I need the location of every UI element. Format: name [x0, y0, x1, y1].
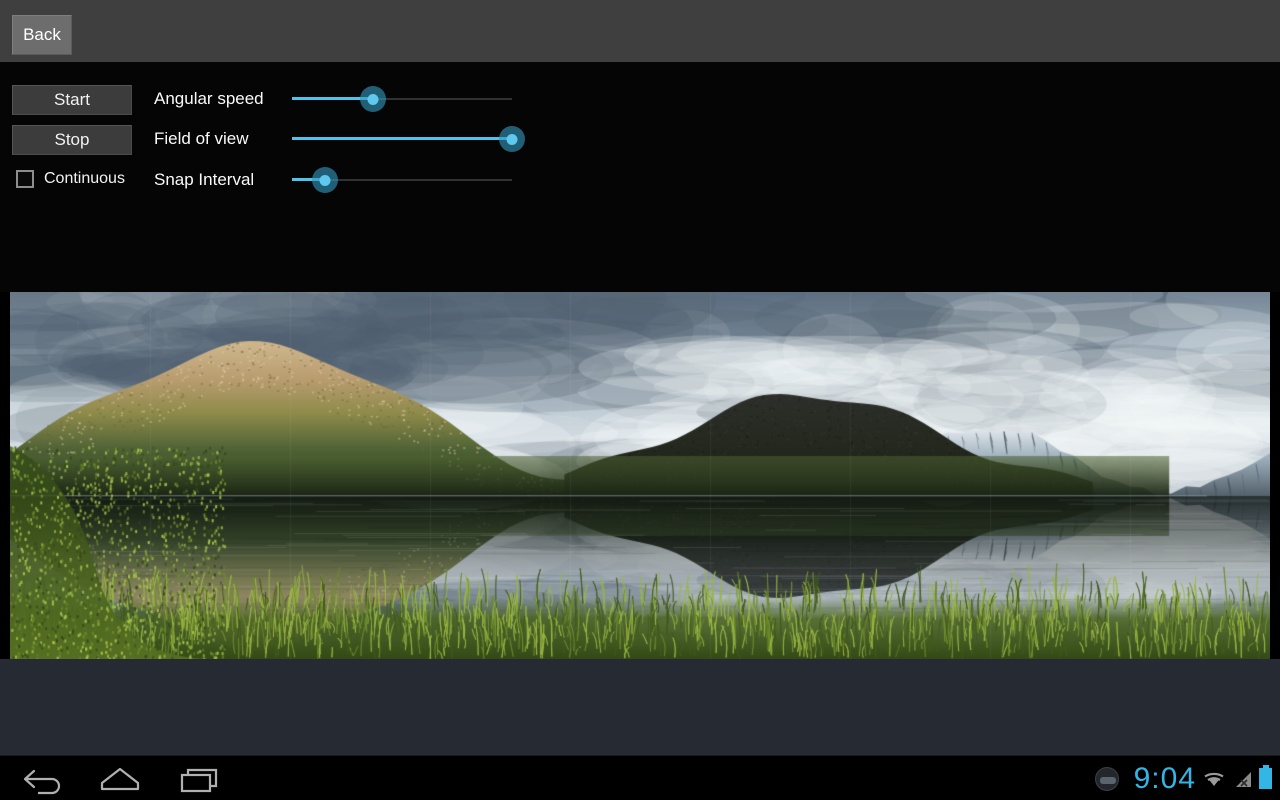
cellular-no-signal-icon [1236, 771, 1251, 787]
slider-row-field-of-view: Field of view [154, 126, 525, 152]
status-clock: 9:04 [1133, 761, 1196, 795]
slider-label-snap-interval: Snap Interval [154, 170, 255, 189]
app-root: Back Start Stop Continuous Angular speed… [0, 0, 1280, 800]
continuous-checkbox-row[interactable]: Continuous [16, 170, 125, 188]
slider-snap-interval[interactable] [292, 167, 512, 193]
back-arrow-icon[interactable] [8, 762, 72, 796]
battery-full-icon [1259, 765, 1272, 789]
system-navigation-bar: 9:04 [0, 755, 1280, 800]
slider-label-angular-speed: Angular speed [154, 89, 264, 108]
empty-area-below-preview [0, 659, 1280, 755]
slider-thumb[interactable] [319, 175, 331, 186]
wifi-icon [1204, 772, 1224, 786]
start-button[interactable]: Start [12, 85, 132, 115]
stop-button[interactable]: Stop [12, 125, 132, 155]
slider-fill [292, 137, 512, 140]
continuous-checkbox[interactable] [16, 170, 34, 188]
slider-angular-speed[interactable] [292, 86, 512, 112]
top-action-bar: Back [0, 0, 1280, 62]
slider-thumb[interactable] [506, 134, 518, 145]
controls-panel: Start Stop Continuous Angular speed Fiel… [0, 62, 1280, 292]
slider-row-angular-speed: Angular speed [154, 86, 512, 112]
notification-badge-icon[interactable] [1094, 766, 1119, 791]
status-area: 9:04 [1094, 756, 1272, 800]
panorama-preview[interactable] [10, 292, 1270, 659]
recent-apps-icon[interactable] [168, 762, 232, 796]
slider-field-of-view[interactable] [292, 126, 525, 152]
panorama-image [10, 292, 1270, 659]
home-icon[interactable] [88, 762, 152, 796]
continuous-label: Continuous [44, 170, 125, 187]
slider-row-snap-interval: Snap Interval [154, 167, 512, 193]
slider-label-field-of-view: Field of view [154, 129, 249, 148]
slider-thumb[interactable] [367, 94, 379, 105]
back-button[interactable]: Back [12, 15, 72, 55]
